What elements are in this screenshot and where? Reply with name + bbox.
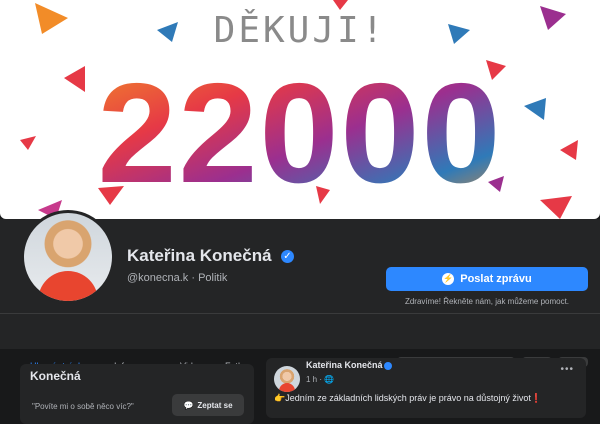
cover-number: 22000 <box>98 54 503 213</box>
intro-card: Konečná "Povíte mi o sobě něco víc?" 💬 Z… <box>20 364 254 424</box>
post-author[interactable]: Kateřina Konečná <box>306 360 383 370</box>
confetti-triangle <box>20 136 36 150</box>
card-title: Konečná <box>30 369 81 383</box>
divider <box>0 313 600 314</box>
send-message-button[interactable]: ⚡ Poslat zprávu <box>386 267 588 291</box>
verified-badge-icon: ✓ <box>281 250 294 263</box>
verified-badge-icon <box>384 362 392 370</box>
post-options-icon[interactable]: ••• <box>560 364 574 375</box>
send-message-label: Poslat zprávu <box>460 273 532 285</box>
message-hint: Zdravíme! Řekněte nám, jak můžeme pomoct… <box>404 297 570 306</box>
page-title: Kateřina Konečná <box>127 246 272 265</box>
ask-button-label: Zeptat se <box>197 400 233 410</box>
messenger-icon: ⚡ <box>442 273 455 285</box>
post-time[interactable]: 1 h · 🌐 <box>306 375 334 384</box>
cover-headline: DĚKUJI! <box>213 10 387 51</box>
post-text: 👉Jedním ze základních lidských práv je p… <box>274 393 543 403</box>
chat-icon: 💬 <box>183 400 194 410</box>
confetti-triangle <box>333 0 348 10</box>
confetti-triangle <box>560 140 578 160</box>
post-card: Kateřina Konečná 1 h · 🌐 ••• 👉Jedním ze … <box>266 358 586 418</box>
confetti-triangle <box>64 66 85 92</box>
confetti-triangle <box>524 98 546 120</box>
confetti-triangle <box>540 196 572 219</box>
page-handle: @konecna.k · Politik <box>127 272 228 284</box>
avatar[interactable] <box>21 210 115 304</box>
post-avatar[interactable] <box>274 366 300 392</box>
cover-photo: 22000 DĚKUJI! <box>0 0 600 219</box>
globe-icon: 🌐 <box>324 375 335 384</box>
ask-button[interactable]: 💬 Zeptat se <box>172 394 244 416</box>
